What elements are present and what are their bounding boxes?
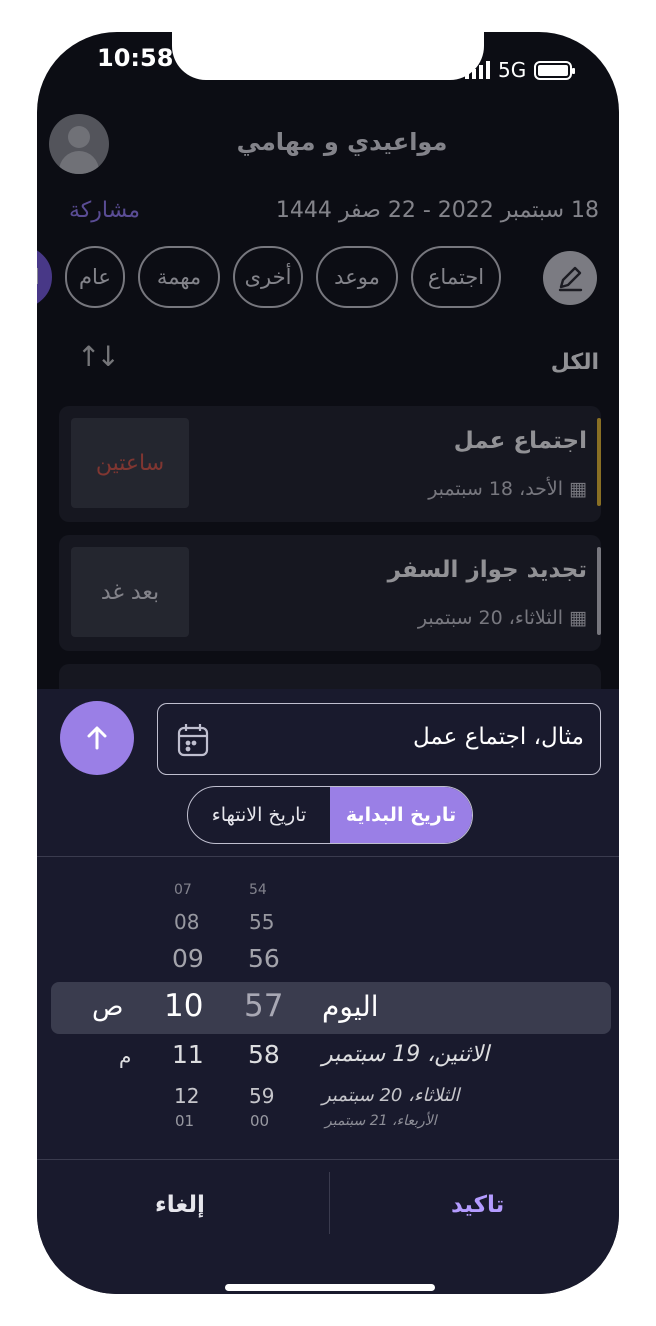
- picker-minute-selected[interactable]: 57: [244, 988, 283, 1024]
- picker-hour[interactable]: 01: [175, 1112, 194, 1130]
- list-item[interactable]: ساعتين اجتماع عمل ▦ الأحد، 18 سبتمبر: [59, 406, 601, 522]
- share-link[interactable]: مشاركة: [69, 198, 140, 223]
- calendar-icon: [177, 724, 209, 757]
- picker-pm[interactable]: م: [119, 1044, 131, 1068]
- signal-icon: [465, 61, 490, 79]
- filter-chips: الكل عام مهمة أخرى موعد اجتماع: [37, 246, 501, 308]
- divider: [37, 1159, 619, 1160]
- filter-chip-meeting[interactable]: اجتماع: [411, 246, 501, 308]
- calendar-icon: ▦: [569, 607, 587, 629]
- filter-chip-task[interactable]: مهمة: [138, 246, 220, 308]
- picker-day-selected[interactable]: اليوم: [322, 990, 379, 1023]
- divider: [37, 856, 619, 857]
- calendar-icon: ▦: [569, 478, 587, 500]
- status-time: 10:58: [97, 44, 174, 72]
- picker-minute[interactable]: 55: [249, 910, 274, 934]
- list-item[interactable]: بعد غد تجديد جواز السفر ▦ الثلاثاء، 20 س…: [59, 535, 601, 651]
- notch: [172, 32, 484, 80]
- date-range: 18 سبتمبر 2022 - 22 صفر 1444: [275, 198, 599, 223]
- picker-day[interactable]: الثلاثاء، 20 سبتمبر: [322, 1085, 460, 1106]
- status-icons: 5G: [465, 58, 576, 82]
- filter-chip-other[interactable]: أخرى: [233, 246, 303, 308]
- picker-hour[interactable]: 08: [174, 910, 199, 934]
- edit-button[interactable]: [543, 251, 597, 305]
- footer-divider: [329, 1172, 330, 1234]
- card-title: تجديد جواز السفر: [387, 557, 587, 583]
- picker-minute[interactable]: 56: [248, 944, 280, 973]
- arrow-up-icon: [87, 726, 107, 750]
- picker-day[interactable]: الاثنين، 19 سبتمبر: [322, 1042, 489, 1067]
- phone-screen: 10:58 5G مواعيدي و مهامي 18 سبتمبر 2022 …: [37, 32, 619, 1294]
- time-tag: ساعتين: [71, 418, 189, 508]
- start-date-tab[interactable]: تاريخ البداية: [330, 787, 472, 843]
- filter-chip-general[interactable]: عام: [65, 246, 125, 308]
- pencil-icon: [558, 266, 583, 292]
- picker-am[interactable]: ص: [92, 992, 123, 1022]
- picker-hour[interactable]: 12: [174, 1084, 199, 1108]
- picker-hour[interactable]: 09: [172, 944, 204, 973]
- picker-minute[interactable]: 54: [249, 882, 267, 898]
- filter-chip-all[interactable]: الكل: [37, 246, 52, 308]
- confirm-button[interactable]: تاكيد: [451, 1192, 504, 1218]
- card-date: ▦ الأحد، 18 سبتمبر: [428, 478, 587, 500]
- picker-hour[interactable]: 11: [172, 1040, 204, 1069]
- cancel-button[interactable]: إلغاء: [155, 1192, 205, 1218]
- page-title: مواعيدي و مهامي: [236, 128, 448, 156]
- section-title: الكل: [550, 350, 599, 375]
- picker-minute[interactable]: 00: [250, 1112, 269, 1130]
- picker-hour-selected[interactable]: 10: [164, 988, 203, 1024]
- picker-minute[interactable]: 59: [249, 1084, 274, 1108]
- network-label: 5G: [498, 58, 527, 82]
- avatar[interactable]: [49, 114, 109, 174]
- picker-day[interactable]: الأربعاء، 21 سبتمبر: [325, 1113, 437, 1129]
- battery-icon: [534, 60, 576, 80]
- date-mode-toggle: تاريخ الانتهاء تاريخ البداية: [187, 786, 473, 844]
- date-time-picker[interactable]: 07 08 09 10 11 12 01 54 55 56 57 58 59 0…: [37, 872, 619, 1142]
- card-title: اجتماع عمل: [453, 428, 587, 454]
- filter-chip-appointment[interactable]: موعد: [316, 246, 398, 308]
- card-accent-bar: [597, 547, 601, 635]
- end-date-tab[interactable]: تاريخ الانتهاء: [188, 787, 330, 843]
- event-title-input[interactable]: مثال، اجتماع عمل: [157, 703, 601, 775]
- time-tag: بعد غد: [71, 547, 189, 637]
- sort-icon[interactable]: ↑↓: [77, 340, 120, 373]
- card-date: ▦ الثلاثاء، 20 سبتمبر: [417, 607, 587, 629]
- picker-hour[interactable]: 07: [174, 882, 192, 898]
- send-button[interactable]: [60, 701, 134, 775]
- picker-minute[interactable]: 58: [248, 1040, 280, 1069]
- home-indicator[interactable]: [225, 1284, 435, 1291]
- card-accent-bar: [597, 418, 601, 506]
- input-placeholder: مثال، اجتماع عمل: [412, 724, 584, 750]
